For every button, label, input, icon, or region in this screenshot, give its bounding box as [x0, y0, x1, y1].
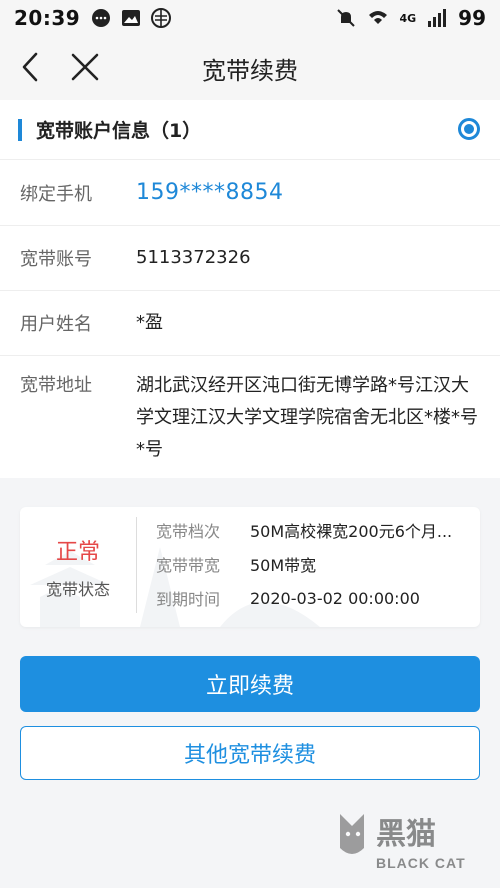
back-chevron-icon[interactable]	[14, 50, 48, 84]
bound-phone-label: 绑定手机	[20, 183, 92, 205]
broadband-address-label: 宽带地址	[20, 375, 92, 396]
svg-text:黑猫: 黑猫	[376, 818, 436, 851]
detail-row-bandwidth: 宽带带宽 50M带宽	[156, 547, 476, 581]
detail-row-plan: 宽带档次 50M高校裸宽200元6个月...	[156, 513, 476, 547]
image-icon	[122, 10, 141, 26]
close-x-icon[interactable]	[68, 50, 102, 84]
status-right: 4G 99	[335, 6, 486, 30]
status-bar: 20:39 4G 99	[0, 0, 500, 36]
battery-level: 99	[458, 6, 486, 30]
network-label: 4G	[399, 11, 417, 25]
row-bound-phone: 绑定手机 159****8854	[0, 160, 500, 226]
user-name-label: 用户姓名	[20, 314, 92, 335]
status-label: 宽带状态	[45, 580, 110, 599]
status-summary: 正常 宽带状态	[20, 507, 136, 627]
sim-icon	[151, 8, 172, 28]
broadband-account-label: 宽带账号	[20, 249, 92, 270]
broadband-status-card: 正常 宽带状态 宽带档次 50M高校裸宽200元6个月... 宽带带宽 50M带…	[20, 507, 480, 627]
mute-icon	[337, 9, 356, 27]
signal-icon	[428, 9, 447, 27]
account-select-radio[interactable]	[458, 118, 480, 140]
broadband-address-value: 湖北武汉经开区沌口街无博学路*号江汉大学文理江汉大学文理学院宿舍无北区*楼*号*…	[136, 375, 478, 460]
status-divider	[136, 517, 137, 613]
bandwidth-value: 50M带宽	[250, 556, 317, 575]
expiry-value: 2020-03-02 00:00:00	[250, 588, 420, 608]
notification-icons	[90, 7, 172, 29]
user-name-value: *盈	[136, 312, 163, 333]
broadband-account-value: 5113372326	[136, 247, 251, 268]
expiry-key: 到期时间	[156, 590, 221, 609]
page-title: 宽带续费	[202, 56, 298, 85]
wifi-icon	[369, 11, 388, 24]
status-value: 正常	[55, 540, 100, 565]
row-user-name: 用户姓名 *盈	[0, 291, 500, 356]
detail-row-expiry: 到期时间 2020-03-02 00:00:00	[156, 581, 476, 615]
account-info-card: 宽带账户信息（1） 绑定手机 159****8854 宽带账号 51133723…	[0, 100, 500, 478]
account-section-title: 宽带账户信息（1）	[36, 120, 202, 142]
status-time: 20:39	[14, 6, 81, 30]
account-section-header: 宽带账户信息（1）	[0, 100, 500, 160]
row-broadband-address: 宽带地址 湖北武汉经开区沌口街无博学路*号江汉大学文理江汉大学文理学院宿舍无北区…	[0, 356, 500, 478]
bound-phone-value: 159****8854	[136, 179, 284, 205]
bandwidth-key: 宽带带宽	[156, 556, 221, 575]
svg-text:BLACK CAT: BLACK CAT	[376, 855, 466, 871]
plan-value: 50M高校裸宽200元6个月...	[250, 522, 453, 541]
other-broadband-renew-button[interactable]: 其他宽带续费	[20, 726, 480, 780]
row-broadband-account: 宽带账号 5113372326	[0, 226, 500, 291]
black-cat-logo: 黑猫 BLACK CAT	[340, 814, 466, 871]
title-bar: 宽带续费	[0, 36, 500, 100]
message-bubble-icon	[92, 9, 111, 27]
status-details: 宽带档次 50M高校裸宽200元6个月... 宽带带宽 50M带宽 到期时间 2…	[156, 513, 476, 615]
renew-now-button[interactable]: 立即续费	[20, 656, 480, 712]
section-accent-bar	[18, 118, 22, 141]
plan-key: 宽带档次	[156, 522, 221, 541]
